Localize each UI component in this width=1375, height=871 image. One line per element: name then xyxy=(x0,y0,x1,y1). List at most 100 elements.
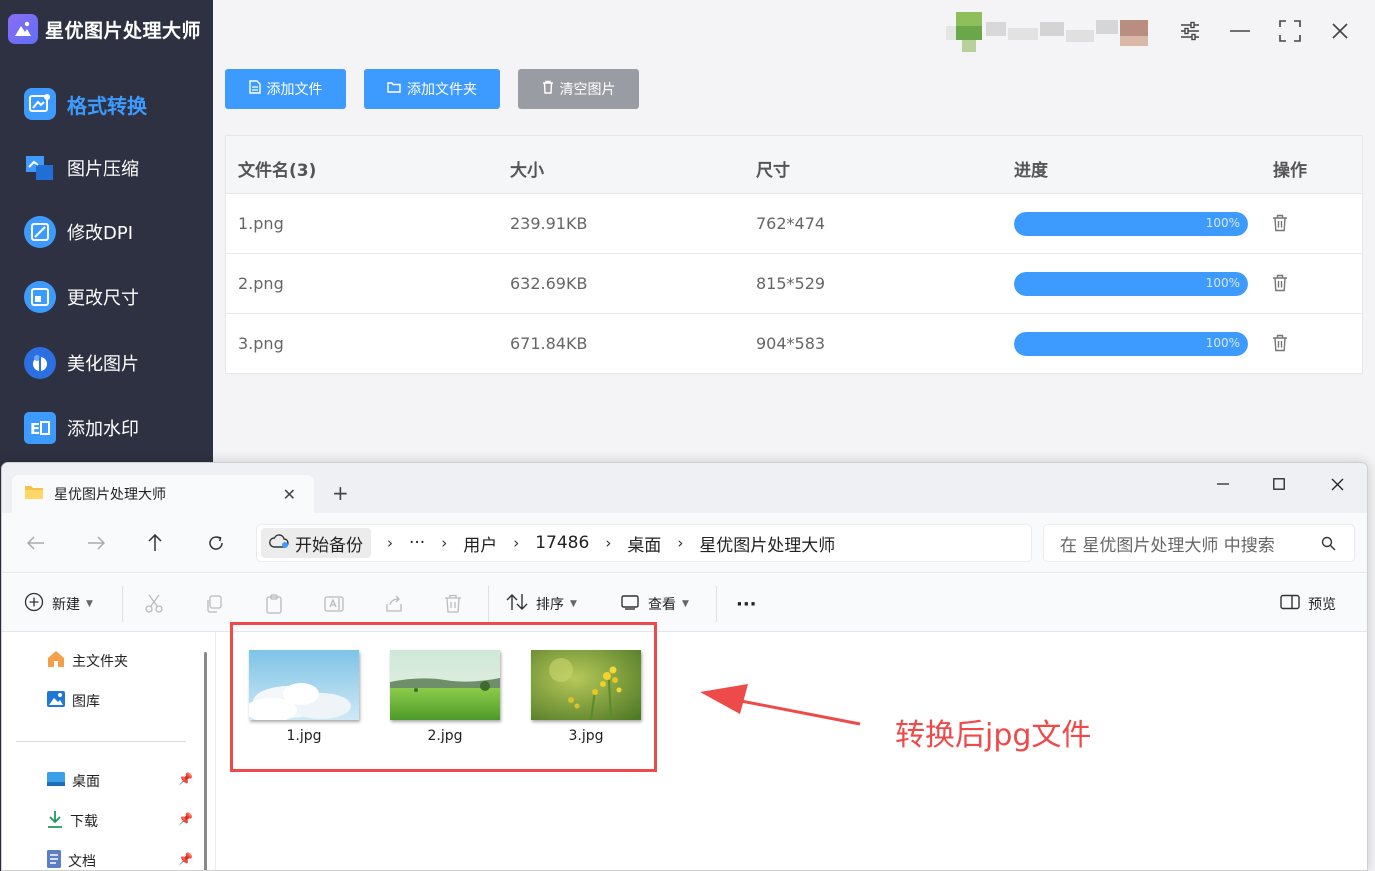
chevron-right-icon: › xyxy=(387,534,393,552)
close-button[interactable] xyxy=(1327,18,1353,44)
chevron-right-icon: › xyxy=(513,534,520,552)
pin-icon[interactable]: 📌 xyxy=(178,852,193,866)
nav-label: 美化图片 xyxy=(67,354,139,375)
row-filename: 2.png xyxy=(238,274,284,293)
watermark-icon: E xyxy=(24,412,56,444)
home-icon xyxy=(46,650,66,672)
nav-item-image-compress[interactable]: 图片压缩 xyxy=(24,148,139,188)
new-button[interactable]: 新建 ▼ xyxy=(24,591,93,617)
explorer-minimize-button[interactable] xyxy=(1210,473,1236,495)
row-size: 239.91KB xyxy=(510,214,588,233)
pin-icon[interactable]: 📌 xyxy=(178,772,193,786)
header-size: 大小 xyxy=(510,161,544,181)
copy-icon[interactable] xyxy=(204,591,224,617)
back-arrow-icon[interactable] xyxy=(24,531,48,555)
header-dimensions: 尺寸 xyxy=(756,161,790,181)
delete-row-icon[interactable] xyxy=(1272,334,1292,354)
preview-button[interactable]: 预览 xyxy=(1280,591,1336,617)
nav-item-modify-dpi[interactable]: 修改DPI xyxy=(24,212,133,252)
search-icon xyxy=(1321,536,1336,555)
breadcrumb-item[interactable]: 桌面 xyxy=(627,531,661,556)
view-icon xyxy=(620,594,640,614)
plus-circle-icon xyxy=(24,592,44,616)
breadcrumb-item[interactable]: 用户 xyxy=(463,531,497,556)
forward-arrow-icon[interactable] xyxy=(84,531,108,555)
search-input[interactable]: 在 星优图片处理大师 中搜索 xyxy=(1043,524,1355,562)
dpi-icon xyxy=(24,216,56,248)
progress-text: 100% xyxy=(1205,276,1240,290)
more-options-button[interactable]: ··· xyxy=(736,591,757,617)
nav-item-watermark[interactable]: E 添加水印 xyxy=(24,408,139,448)
share-icon[interactable] xyxy=(384,591,404,617)
nav-gallery[interactable]: 图库 xyxy=(46,689,100,713)
refresh-icon[interactable] xyxy=(204,531,228,555)
app-logo-icon xyxy=(8,14,38,44)
clear-images-button[interactable]: 清空图片 xyxy=(518,69,639,109)
file-icon xyxy=(248,80,261,98)
delete-icon[interactable] xyxy=(444,591,462,617)
chevron-down-icon: ▼ xyxy=(682,599,689,609)
pin-icon[interactable]: 📌 xyxy=(178,812,193,826)
new-tab-icon[interactable]: + xyxy=(332,481,349,505)
row-size: 671.84KB xyxy=(510,334,588,353)
nav-label: 添加水印 xyxy=(67,419,139,440)
image-compress-icon xyxy=(24,152,56,184)
delete-row-icon[interactable] xyxy=(1272,274,1292,294)
chevron-right-icon: › xyxy=(677,534,684,552)
cut-icon[interactable] xyxy=(144,591,164,617)
annotation-highlight-box xyxy=(230,622,657,772)
row-dimensions: 815*529 xyxy=(756,274,826,293)
row-size: 632.69KB xyxy=(510,274,588,293)
up-arrow-icon[interactable] xyxy=(143,531,167,555)
progress-text: 100% xyxy=(1205,336,1240,350)
tab-title: 星优图片处理大师 xyxy=(54,487,166,503)
view-button[interactable]: 查看 ▼ xyxy=(620,591,689,617)
user-info-blurred[interactable] xyxy=(946,12,1150,52)
progress-text: 100% xyxy=(1205,216,1240,230)
gallery-icon xyxy=(46,690,66,712)
explorer-close-button[interactable] xyxy=(1324,473,1350,495)
add-folder-button[interactable]: 添加文件夹 xyxy=(364,69,500,109)
document-icon xyxy=(46,849,62,870)
progress-bar: 100% xyxy=(1014,332,1248,356)
nav-downloads[interactable]: 下载 xyxy=(46,809,98,833)
nav-label: 更改尺寸 xyxy=(67,288,139,309)
maximize-button[interactable] xyxy=(1277,18,1303,44)
address-bar[interactable]: 开始备份 › ··· › 用户 › 17486 › 桌面 › 星优图片处理大师 xyxy=(256,524,1032,562)
nav-home[interactable]: 主文件夹 xyxy=(46,649,128,673)
cloud-backup-icon xyxy=(269,533,289,554)
paste-icon[interactable] xyxy=(264,591,284,617)
progress-fill: 100% xyxy=(1014,272,1248,296)
header-action: 操作 xyxy=(1273,161,1307,181)
explorer-tab[interactable]: 星优图片处理大师 ✕ xyxy=(12,475,314,513)
progress-fill: 100% xyxy=(1014,212,1248,236)
explorer-maximize-button[interactable] xyxy=(1266,473,1292,495)
nav-label: 格式转换 xyxy=(67,93,147,118)
address-row: 开始备份 › ··· › 用户 › 17486 › 桌面 › 星优图片处理大师 … xyxy=(2,513,1367,573)
nav-desktop[interactable]: 桌面 xyxy=(46,769,100,793)
nav-documents[interactable]: 文档 xyxy=(46,849,96,870)
minimize-button[interactable] xyxy=(1227,18,1253,44)
row-dimensions: 762*474 xyxy=(756,214,826,233)
nav-item-resize[interactable]: 更改尺寸 xyxy=(24,277,139,317)
breadcrumb-item[interactable]: 星优图片处理大师 xyxy=(699,531,835,556)
delete-row-icon[interactable] xyxy=(1272,214,1292,234)
close-tab-icon[interactable]: ✕ xyxy=(283,485,296,504)
add-file-button[interactable]: 添加文件 xyxy=(225,69,346,109)
nav-item-format-convert[interactable]: 格式转换 xyxy=(24,84,147,124)
rename-icon[interactable] xyxy=(324,591,346,617)
breadcrumb-item[interactable]: 17486 xyxy=(535,533,589,553)
trash-icon xyxy=(542,80,554,98)
app-title: 星优图片处理大师 xyxy=(45,19,202,42)
breadcrumb-ellipsis[interactable]: ··· xyxy=(409,533,425,553)
progress-bar: 100% xyxy=(1014,272,1248,296)
breadcrumb-home[interactable]: 开始备份 xyxy=(261,528,371,558)
row-filename: 3.png xyxy=(238,334,284,353)
chevron-down-icon: ▼ xyxy=(570,599,577,609)
nav-scrollbar[interactable] xyxy=(204,652,207,870)
row-filename: 1.png xyxy=(238,214,284,233)
settings-sliders-icon[interactable] xyxy=(1177,18,1203,44)
nav-item-beautify[interactable]: 美化图片 xyxy=(24,343,139,383)
sort-button[interactable]: 排序 ▼ xyxy=(506,591,577,617)
beautify-icon xyxy=(24,347,56,379)
